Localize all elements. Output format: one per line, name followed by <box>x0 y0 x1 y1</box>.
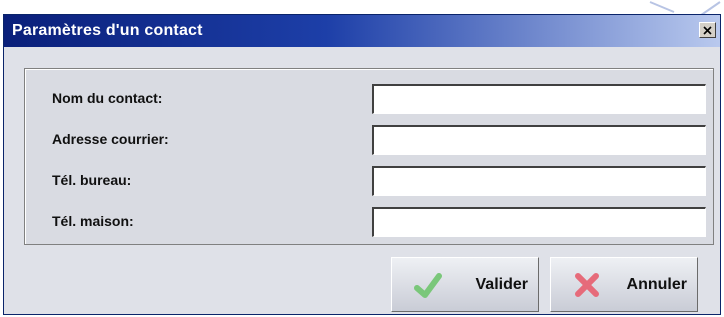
validate-button[interactable]: Valider <box>391 257 539 312</box>
cancel-button[interactable]: Annuler <box>550 257 698 312</box>
work-phone-input[interactable] <box>372 166 706 196</box>
contact-settings-dialog: Paramètres d'un contact Nom du contact: … <box>3 14 721 315</box>
mail-address-label: Adresse courrier: <box>52 131 169 147</box>
cancel-button-label: Annuler <box>626 276 687 293</box>
x-cross-icon <box>575 273 599 297</box>
close-button[interactable] <box>699 22 716 38</box>
home-phone-input[interactable] <box>372 207 706 237</box>
checkmark-icon <box>414 273 442 298</box>
contact-name-input[interactable] <box>372 84 706 114</box>
dialog-title: Paramètres d'un contact <box>12 22 203 39</box>
validate-button-label: Valider <box>475 276 528 293</box>
close-icon <box>703 25 712 35</box>
contact-fields-panel: Nom du contact: Adresse courrier: Tél. b… <box>24 68 714 245</box>
home-phone-label: Tél. maison: <box>52 213 134 229</box>
contact-name-label: Nom du contact: <box>52 90 163 106</box>
work-phone-label: Tél. bureau: <box>52 172 132 188</box>
mail-address-input[interactable] <box>372 125 706 155</box>
title-bar: Paramètres d'un contact <box>4 15 720 47</box>
